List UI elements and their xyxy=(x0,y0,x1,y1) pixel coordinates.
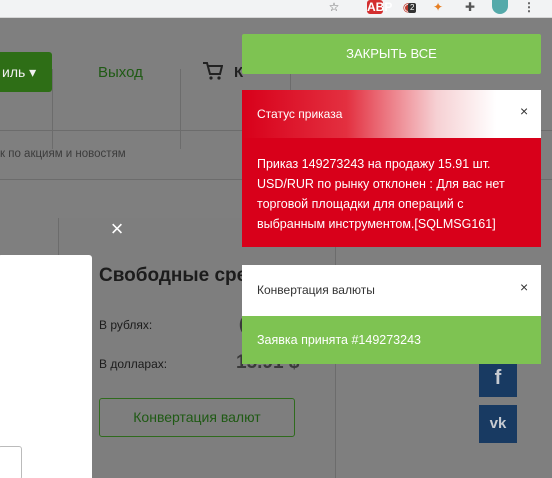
extension-icon[interactable]: ◉2 xyxy=(398,0,418,14)
search-input[interactable]: к по акциям и новостям xyxy=(0,148,126,160)
close-all-notifications-button[interactable]: ЗАКРЫТЬ ВСЕ xyxy=(242,34,541,74)
bookmark-star-icon[interactable]: ☆ xyxy=(326,0,342,14)
facebook-button[interactable]: f xyxy=(479,359,517,397)
modal-close-icon[interactable]: × xyxy=(108,218,126,240)
extensions-puzzle-icon[interactable]: ✚ xyxy=(462,0,478,14)
rub-balance-label: В рублях: xyxy=(99,318,153,332)
modal-input-field[interactable] xyxy=(0,446,22,478)
notification-message: Приказ 149273243 на продажу 15.91 шт. US… xyxy=(257,157,505,231)
browser-menu-icon[interactable]: ⋮ xyxy=(523,0,535,14)
metamask-fox-icon[interactable]: ✦ xyxy=(430,0,446,14)
balance-title: Свободные сред xyxy=(99,265,260,286)
profile-menu-button[interactable]: иль ▾ xyxy=(0,52,52,92)
cart-icon[interactable] xyxy=(203,62,223,80)
browser-toolbar: ☆ ABP ◉2 ✦ ✚ ⋮ xyxy=(0,0,552,18)
modal-panel xyxy=(0,255,92,478)
adblock-extension-icon[interactable]: ABP xyxy=(367,0,392,14)
currency-conversion-button[interactable]: Конвертация валют xyxy=(99,398,295,437)
order-status-notification: Статус приказа × Приказ 149273243 на про… xyxy=(242,90,541,247)
notification-title: Статус приказа xyxy=(257,107,343,121)
notification-message: Заявка принята #149273243 xyxy=(242,316,541,364)
vk-button[interactable]: vk xyxy=(479,405,517,443)
notification-title: Конвертация валюты xyxy=(257,283,375,297)
usd-balance-label: В долларах: xyxy=(99,357,168,371)
header-separator xyxy=(52,69,53,149)
currency-conversion-notification: Конвертация валюты × Заявка принята #149… xyxy=(242,265,541,364)
extension-badge: 2 xyxy=(408,3,417,13)
header-separator xyxy=(180,69,181,149)
close-icon[interactable]: × xyxy=(520,279,528,295)
close-icon[interactable]: × xyxy=(520,103,528,119)
profile-avatar[interactable] xyxy=(492,0,508,14)
logout-link[interactable]: Выход xyxy=(98,64,143,81)
